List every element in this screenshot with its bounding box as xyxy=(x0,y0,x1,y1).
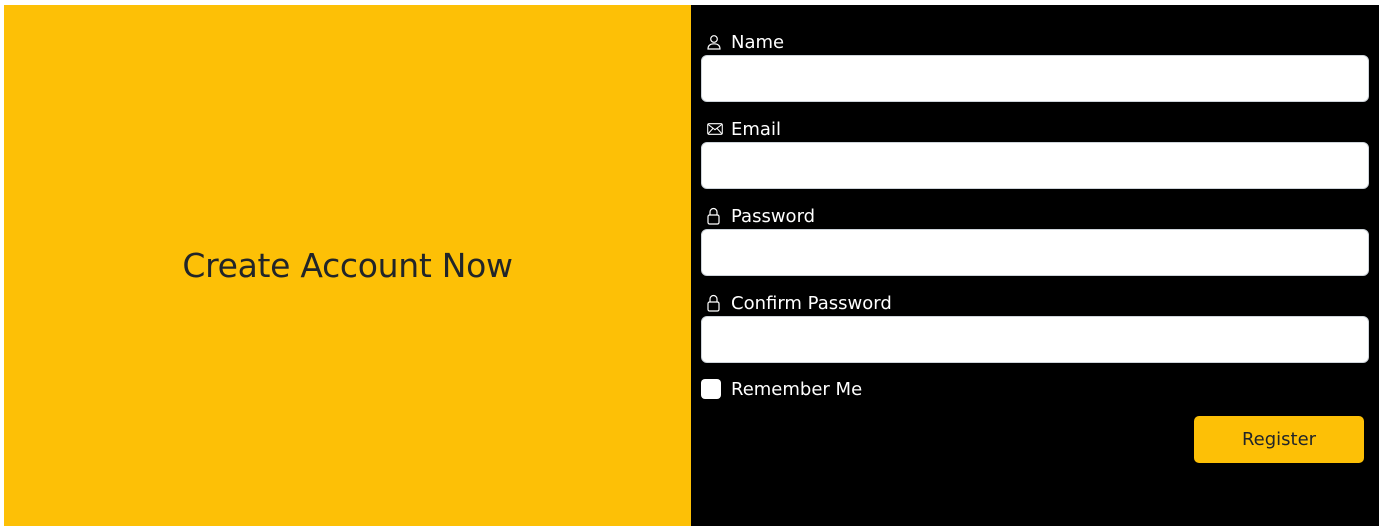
register-page: Create Account Now Name Email Password C… xyxy=(4,5,1379,526)
name-label-row: Name xyxy=(701,29,1369,55)
email-label: Email xyxy=(731,118,781,140)
password-label-row: Password xyxy=(701,203,1369,229)
person-icon xyxy=(701,32,723,52)
confirm-password-label-row: Confirm Password xyxy=(701,290,1369,316)
remember-me-row[interactable]: Remember Me xyxy=(701,377,862,401)
email-label-row: Email xyxy=(701,116,1369,142)
hero-panel: Create Account Now xyxy=(4,5,691,526)
register-form: Name Email Password Confirm Password Rem… xyxy=(691,5,1379,526)
lock-icon xyxy=(701,293,723,313)
confirm-password-input[interactable] xyxy=(701,316,1369,363)
name-field-group: Name xyxy=(701,29,1369,102)
password-label: Password xyxy=(731,205,816,227)
register-button[interactable]: Register xyxy=(1194,416,1364,463)
name-label: Name xyxy=(731,31,785,53)
hero-title: Create Account Now xyxy=(182,246,513,285)
envelope-icon xyxy=(701,119,723,139)
email-input[interactable] xyxy=(701,142,1369,189)
remember-me-checkbox[interactable] xyxy=(701,379,721,399)
name-input[interactable] xyxy=(701,55,1369,102)
lock-icon xyxy=(701,206,723,226)
remember-me-label: Remember Me xyxy=(731,378,863,400)
confirm-password-field-group: Confirm Password xyxy=(701,290,1369,363)
email-field-group: Email xyxy=(701,116,1369,189)
confirm-password-label: Confirm Password xyxy=(731,292,892,314)
password-field-group: Password xyxy=(701,203,1369,276)
password-input[interactable] xyxy=(701,229,1369,276)
